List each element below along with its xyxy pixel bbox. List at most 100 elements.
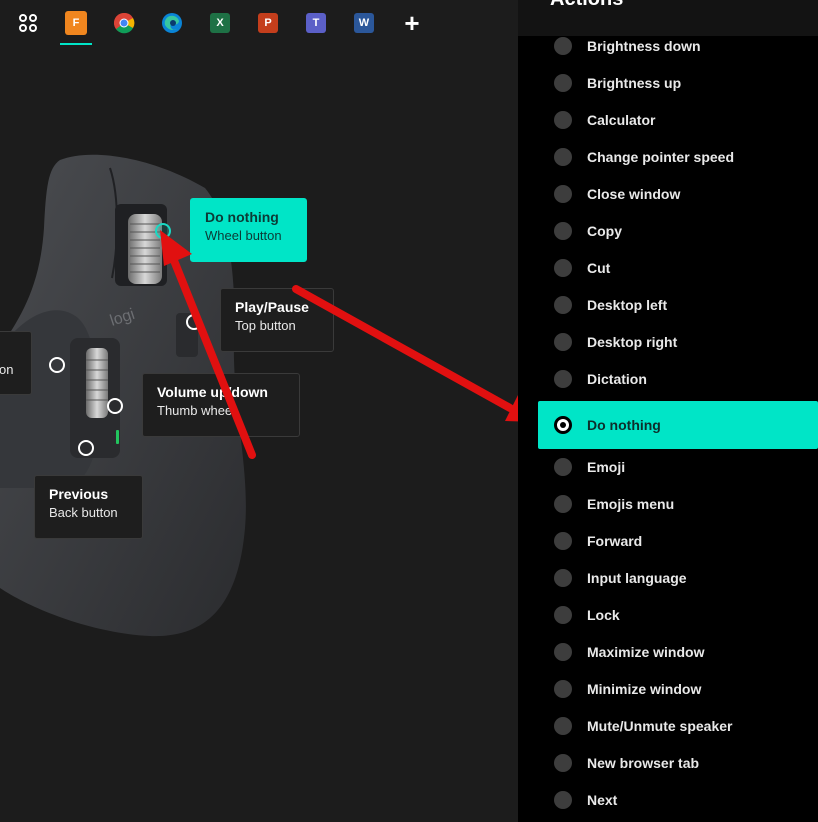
action-label: Minimize window xyxy=(587,680,702,697)
action-label: New browser tab xyxy=(587,754,700,771)
fusion-icon[interactable]: F xyxy=(61,8,91,38)
action-label: Copy xyxy=(587,222,622,239)
active-app-indicator xyxy=(60,43,92,45)
action-label: Mute/Unmute speaker xyxy=(587,717,733,734)
action-label: Input language xyxy=(587,569,687,586)
thumb-wheel-hotspot[interactable] xyxy=(107,398,123,414)
callout-title: Do nothing xyxy=(205,209,279,225)
action-item[interactable]: Copy xyxy=(518,212,818,249)
radio-icon[interactable] xyxy=(554,36,572,55)
grid-icon[interactable] xyxy=(13,8,43,38)
teams-icon[interactable]: T xyxy=(301,8,331,38)
action-item[interactable]: Change pointer speed xyxy=(518,138,818,175)
action-item[interactable]: New browser tab xyxy=(518,744,818,781)
action-label: Emojis menu xyxy=(587,495,675,512)
radio-icon[interactable] xyxy=(554,73,572,92)
action-label: Cut xyxy=(587,259,611,276)
radio-icon[interactable] xyxy=(554,147,572,166)
radio-icon[interactable] xyxy=(554,753,572,772)
radio-icon[interactable] xyxy=(554,679,572,698)
action-item[interactable]: Brightness up xyxy=(518,64,818,101)
radio-icon[interactable] xyxy=(554,221,572,240)
powerpoint-icon[interactable]: P xyxy=(253,8,283,38)
action-label: Brightness up xyxy=(587,74,682,91)
radio-icon[interactable] xyxy=(554,295,572,314)
action-label: Calculator xyxy=(587,111,656,128)
radio-icon[interactable] xyxy=(554,494,572,513)
action-label: Close window xyxy=(587,185,681,202)
action-item[interactable]: Cut xyxy=(518,249,818,286)
word-letter: W xyxy=(354,13,374,33)
back-button-callout[interactable]: Previous Back button xyxy=(34,475,143,539)
radio-icon[interactable] xyxy=(554,457,572,476)
callout-subtitle: on xyxy=(0,362,14,377)
actions-panel: Actions Brightness down Brightness up Calc… xyxy=(518,0,818,822)
callout-title: Previous xyxy=(49,486,109,502)
action-item[interactable]: Minimize window xyxy=(518,670,818,707)
action-label: Desktop right xyxy=(587,333,678,350)
callout-subtitle: Back button xyxy=(49,505,118,520)
radio-icon[interactable] xyxy=(554,258,572,277)
radio-icon[interactable] xyxy=(554,369,572,388)
taskbar: F X P T W + xyxy=(0,0,518,48)
actions-title: Actions xyxy=(550,0,623,11)
action-item[interactable]: Emoji xyxy=(518,448,818,485)
callout-subtitle: Wheel button xyxy=(205,228,282,243)
action-label: Maximize window xyxy=(587,643,705,660)
action-item[interactable]: Brightness down xyxy=(518,27,818,64)
excel-letter: X xyxy=(210,13,230,33)
callout-title: Volume up/down xyxy=(157,384,268,400)
radio-icon[interactable] xyxy=(554,605,572,624)
fusion-letter: F xyxy=(65,11,87,35)
callout-subtitle: Thumb wheel xyxy=(157,403,236,418)
device-view: F X P T W + logi Do nothing Wheel button… xyxy=(0,0,541,822)
radio-icon[interactable] xyxy=(554,110,572,129)
action-item[interactable]: Dictation xyxy=(518,360,818,397)
radio-selected-icon[interactable] xyxy=(554,416,572,434)
action-item[interactable]: Mute/Unmute speaker xyxy=(518,707,818,744)
action-item[interactable]: Emojis menu xyxy=(518,485,818,522)
action-item[interactable]: Maximize window xyxy=(518,633,818,670)
mouse-diagram: logi Do nothing Wheel button Play/Pause … xyxy=(0,48,518,822)
action-label: Emoji xyxy=(587,458,626,475)
callout-subtitle: Top button xyxy=(235,318,296,333)
action-item[interactable]: Forward xyxy=(518,522,818,559)
add-app-button[interactable]: + xyxy=(397,8,427,38)
action-item[interactable]: Lock xyxy=(518,596,818,633)
action-item[interactable]: Do nothing xyxy=(538,401,818,449)
radio-icon[interactable] xyxy=(554,332,572,351)
callout-title: Play/Pause xyxy=(235,299,309,315)
action-item[interactable]: Desktop left xyxy=(518,286,818,323)
top-button-callout[interactable]: Play/Pause Top button xyxy=(220,288,334,352)
wheel-button-hotspot[interactable] xyxy=(155,223,171,239)
radio-icon[interactable] xyxy=(554,716,572,735)
action-item[interactable]: Close window xyxy=(518,175,818,212)
word-icon[interactable]: W xyxy=(349,8,379,38)
back-button-hotspot[interactable] xyxy=(78,440,94,456)
radio-icon[interactable] xyxy=(554,531,572,550)
radio-icon[interactable] xyxy=(554,790,572,809)
gesture-button-callout[interactable]: on xyxy=(0,331,32,395)
radio-icon[interactable] xyxy=(554,642,572,661)
action-label: Lock xyxy=(587,606,620,623)
thumb-wheel-callout[interactable]: Volume up/down Thumb wheel xyxy=(142,373,300,437)
forward-button-hotspot[interactable] xyxy=(49,357,65,373)
wheel-button-callout[interactable]: Do nothing Wheel button xyxy=(190,198,307,262)
excel-icon[interactable]: X xyxy=(205,8,235,38)
action-item[interactable]: Input language xyxy=(518,559,818,596)
action-label: Brightness down xyxy=(587,37,701,54)
top-button-hotspot[interactable] xyxy=(186,314,202,330)
action-label: Forward xyxy=(587,532,643,549)
action-item[interactable]: Desktop right xyxy=(518,323,818,360)
action-item[interactable]: Calculator xyxy=(518,101,818,138)
action-label: Change pointer speed xyxy=(587,148,735,165)
chrome-icon[interactable] xyxy=(109,8,139,38)
radio-icon[interactable] xyxy=(554,568,572,587)
action-item[interactable]: Next xyxy=(518,781,818,818)
radio-icon[interactable] xyxy=(554,184,572,203)
edge-icon[interactable] xyxy=(157,8,187,38)
powerpoint-letter: P xyxy=(258,13,278,33)
action-label: Do nothing xyxy=(587,417,661,433)
action-label: Desktop left xyxy=(587,296,668,313)
action-label: Next xyxy=(587,791,618,808)
